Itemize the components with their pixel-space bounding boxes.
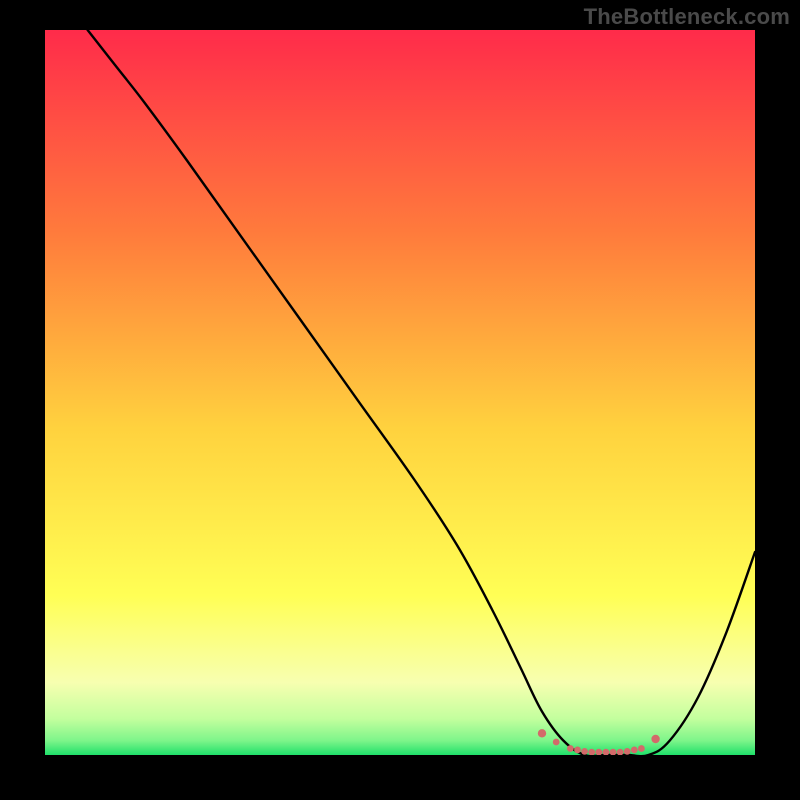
optimum-dot [581,748,588,755]
optimum-dot [638,745,645,752]
optimum-dot [617,749,624,755]
optimum-dot [651,735,659,743]
optimum-dot [631,747,638,754]
optimum-dot [588,749,595,755]
optimum-dot [610,749,617,755]
chart-curve-layer [45,30,755,755]
optimum-dot [567,745,574,752]
optimum-dot [595,749,602,755]
chart-frame: TheBottleneck.com [0,0,800,800]
plot-area [45,30,755,755]
optimum-dot [553,739,560,746]
watermark-text: TheBottleneck.com [584,4,790,30]
optimum-dot [538,729,546,737]
bottleneck-curve [88,30,755,755]
optimum-dot [624,748,631,755]
optimum-dot [574,747,581,754]
optimum-dot [603,749,610,755]
